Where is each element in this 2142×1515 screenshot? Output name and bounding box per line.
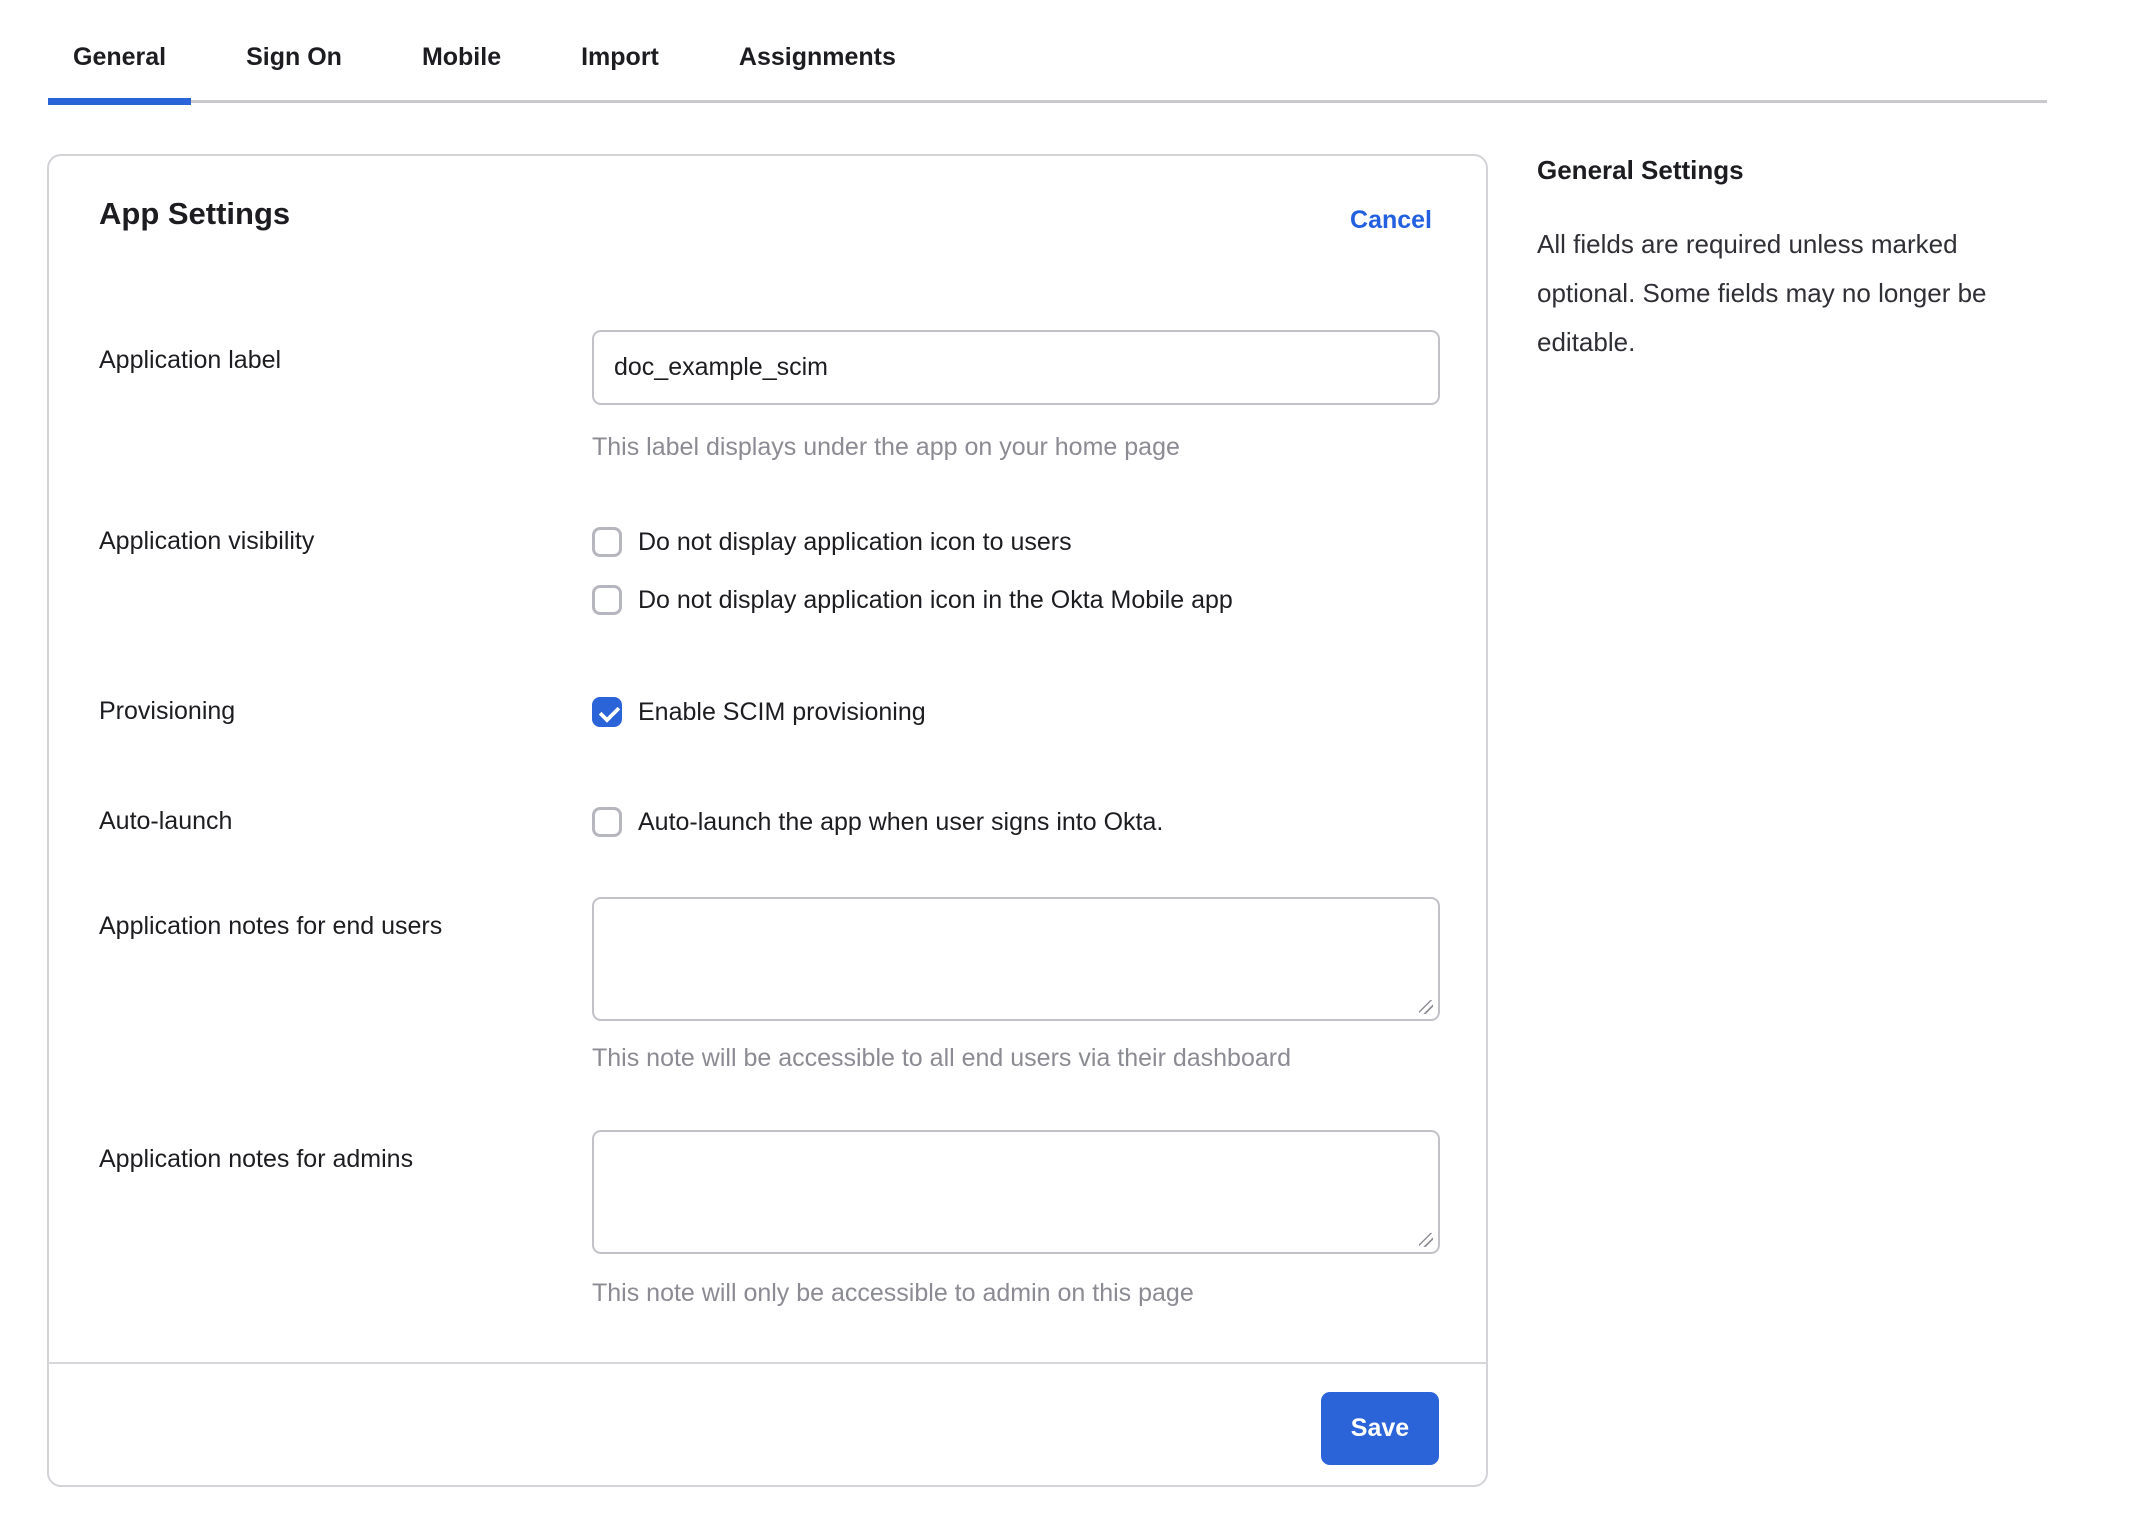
visibility-option-mobile: Do not display application icon in the O… (592, 582, 1233, 618)
checkbox-auto-launch[interactable] (592, 807, 622, 837)
notes-end-users-wrap (592, 897, 1440, 1021)
tab-assignments[interactable]: Assignments (714, 0, 921, 100)
checkbox-label: Auto-launch the app when user signs into… (638, 808, 1163, 837)
provisioning-label: Provisioning (99, 697, 559, 726)
tab-mobile[interactable]: Mobile (397, 0, 526, 100)
auto-launch-label: Auto-launch (99, 807, 559, 836)
cancel-link[interactable]: Cancel (1350, 206, 1432, 235)
help-column-title: General Settings (1537, 155, 2057, 186)
checkbox-label: Enable SCIM provisioning (638, 698, 926, 727)
tab-sign-on[interactable]: Sign On (221, 0, 367, 100)
application-label-helper: This label displays under the app on you… (592, 433, 1180, 462)
tab-general[interactable]: General (48, 0, 191, 100)
help-column-body: All fields are required unless marked op… (1537, 220, 2057, 367)
application-label-label: Application label (99, 346, 559, 375)
checkbox-enable-scim[interactable] (592, 697, 622, 727)
help-column: General Settings All fields are required… (1537, 155, 2057, 367)
notes-end-users-helper: This note will be accessible to all end … (592, 1044, 1291, 1073)
notes-admins-wrap (592, 1130, 1440, 1254)
notes-end-users-textarea[interactable] (592, 897, 1440, 1021)
notes-admins-textarea[interactable] (592, 1130, 1440, 1254)
provisioning-option: Enable SCIM provisioning (592, 694, 926, 730)
checkbox-hide-icon-users[interactable] (592, 527, 622, 557)
checkbox-hide-icon-mobile[interactable] (592, 585, 622, 615)
notes-end-users-label: Application notes for end users (99, 912, 559, 941)
application-label-input[interactable] (592, 330, 1440, 405)
save-button[interactable]: Save (1321, 1392, 1439, 1465)
tab-bar: General Sign On Mobile Import Assignment… (48, 0, 2047, 103)
notes-admins-helper: This note will only be accessible to adm… (592, 1279, 1194, 1308)
checkbox-label: Do not display application icon in the O… (638, 586, 1233, 615)
application-visibility-label: Application visibility (99, 527, 559, 556)
footer-divider (49, 1362, 1486, 1364)
app-settings-page: General Sign On Mobile Import Assignment… (0, 0, 2142, 1515)
notes-admins-label: Application notes for admins (99, 1145, 559, 1174)
auto-launch-option: Auto-launch the app when user signs into… (592, 804, 1163, 840)
visibility-option-users: Do not display application icon to users (592, 524, 1072, 560)
checkbox-label: Do not display application icon to users (638, 528, 1072, 557)
tab-import[interactable]: Import (556, 0, 684, 100)
card-title: App Settings (99, 196, 290, 232)
app-settings-card: App Settings Cancel Application label Th… (47, 154, 1488, 1487)
